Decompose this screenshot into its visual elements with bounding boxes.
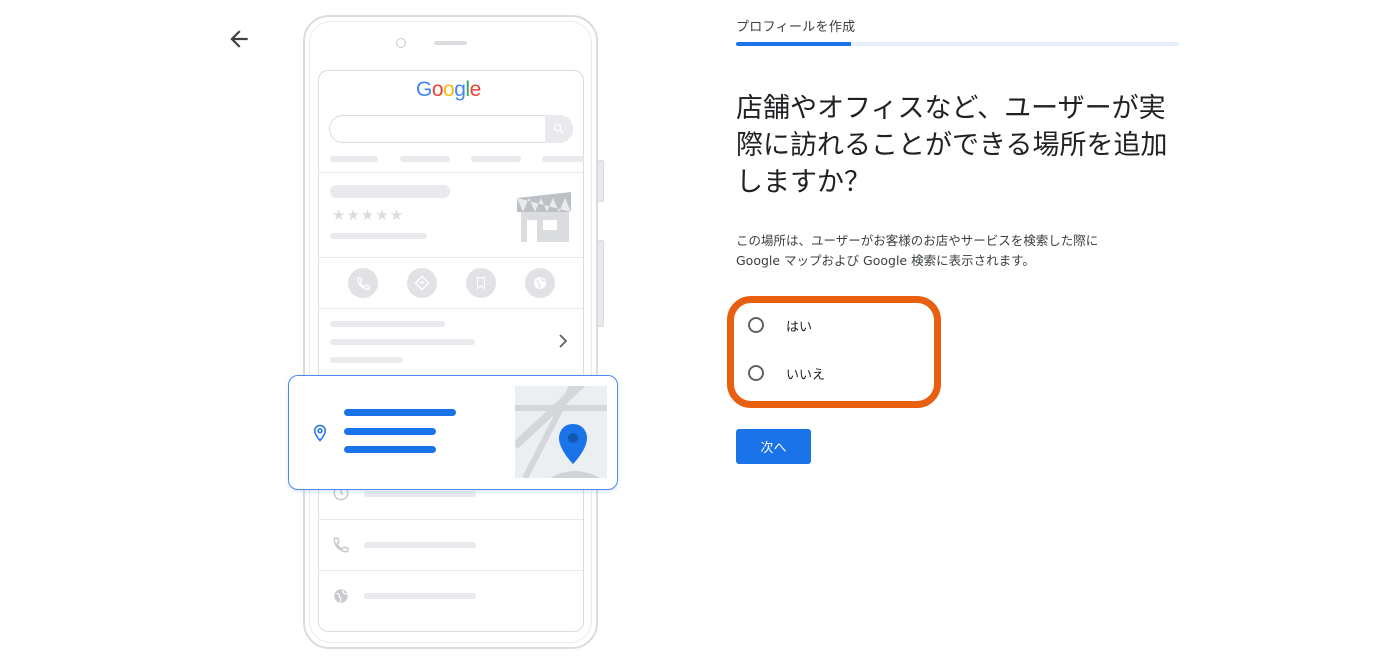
logo-letter: e <box>469 78 482 101</box>
location-card <box>288 375 618 490</box>
placeholder-line <box>344 409 456 416</box>
phone-side-button <box>597 160 604 202</box>
option-no[interactable]: いいえ <box>748 360 825 386</box>
radio-button[interactable] <box>748 365 764 381</box>
logo-letter: o <box>443 78 455 101</box>
divider <box>319 172 583 173</box>
logo-letter: g <box>454 78 466 101</box>
description-line: この場所は、ユーザーがお客様のお店やサービスを検索した際に <box>736 233 1099 248</box>
map-thumbnail <box>515 386 607 478</box>
progress-bar <box>736 42 1179 46</box>
logo-letter: o <box>431 78 444 101</box>
placeholder-bar <box>330 185 450 198</box>
placeholder-bar <box>542 156 584 162</box>
globe-icon <box>332 587 350 609</box>
directions-icon <box>407 268 437 298</box>
logo-letter: G <box>416 78 432 101</box>
radio-button[interactable] <box>748 317 764 333</box>
placeholder-bar <box>471 156 521 162</box>
placeholder-bar <box>330 357 403 363</box>
placeholder-bar <box>330 156 378 162</box>
option-yes[interactable]: はい <box>748 312 812 338</box>
globe-icon <box>525 268 555 298</box>
mock-search-bar <box>329 115 573 143</box>
option-label: いいえ <box>786 367 826 383</box>
search-icon <box>545 115 573 143</box>
phone-icon <box>348 268 378 298</box>
placeholder-bar <box>364 491 476 497</box>
speaker-grille <box>434 41 467 45</box>
storefront-icon <box>513 188 573 248</box>
placeholder-bar <box>330 339 475 345</box>
question-description: この場所は、ユーザーがお客様のお店やサービスを検索した際に Google マップ… <box>736 231 1176 271</box>
option-label: はい <box>786 319 813 335</box>
divider <box>319 519 583 520</box>
phone-icon <box>332 536 350 558</box>
divider <box>319 308 583 309</box>
google-logo: Google <box>416 78 481 102</box>
placeholder-bar <box>330 321 445 327</box>
description-line: Google マップおよび Google 検索に表示されます。 <box>736 253 1035 268</box>
phone-side-button <box>597 240 604 327</box>
divider <box>319 257 583 258</box>
placeholder-bar <box>330 233 427 239</box>
next-button[interactable]: 次へ <box>736 429 811 464</box>
placeholder-bar <box>364 542 476 548</box>
placeholder-line <box>344 446 436 453</box>
progress-fill <box>736 42 852 46</box>
question-title: 店舗やオフィスなど、ユーザーが実際に訪れることができる場所を追加しますか？ <box>736 93 1168 198</box>
placeholder-bar <box>400 156 450 162</box>
divider <box>319 570 583 571</box>
placeholder-line <box>344 428 436 435</box>
placeholder-bar <box>364 593 476 599</box>
step-label: プロフィールを作成 <box>736 20 856 35</box>
bookmark-icon <box>466 268 496 298</box>
star-rating: ★★★★★ <box>332 206 405 224</box>
camera-icon <box>396 38 406 48</box>
location-pin-icon <box>311 422 329 448</box>
chevron-right-icon <box>558 333 568 352</box>
back-arrow-icon[interactable] <box>226 26 252 52</box>
